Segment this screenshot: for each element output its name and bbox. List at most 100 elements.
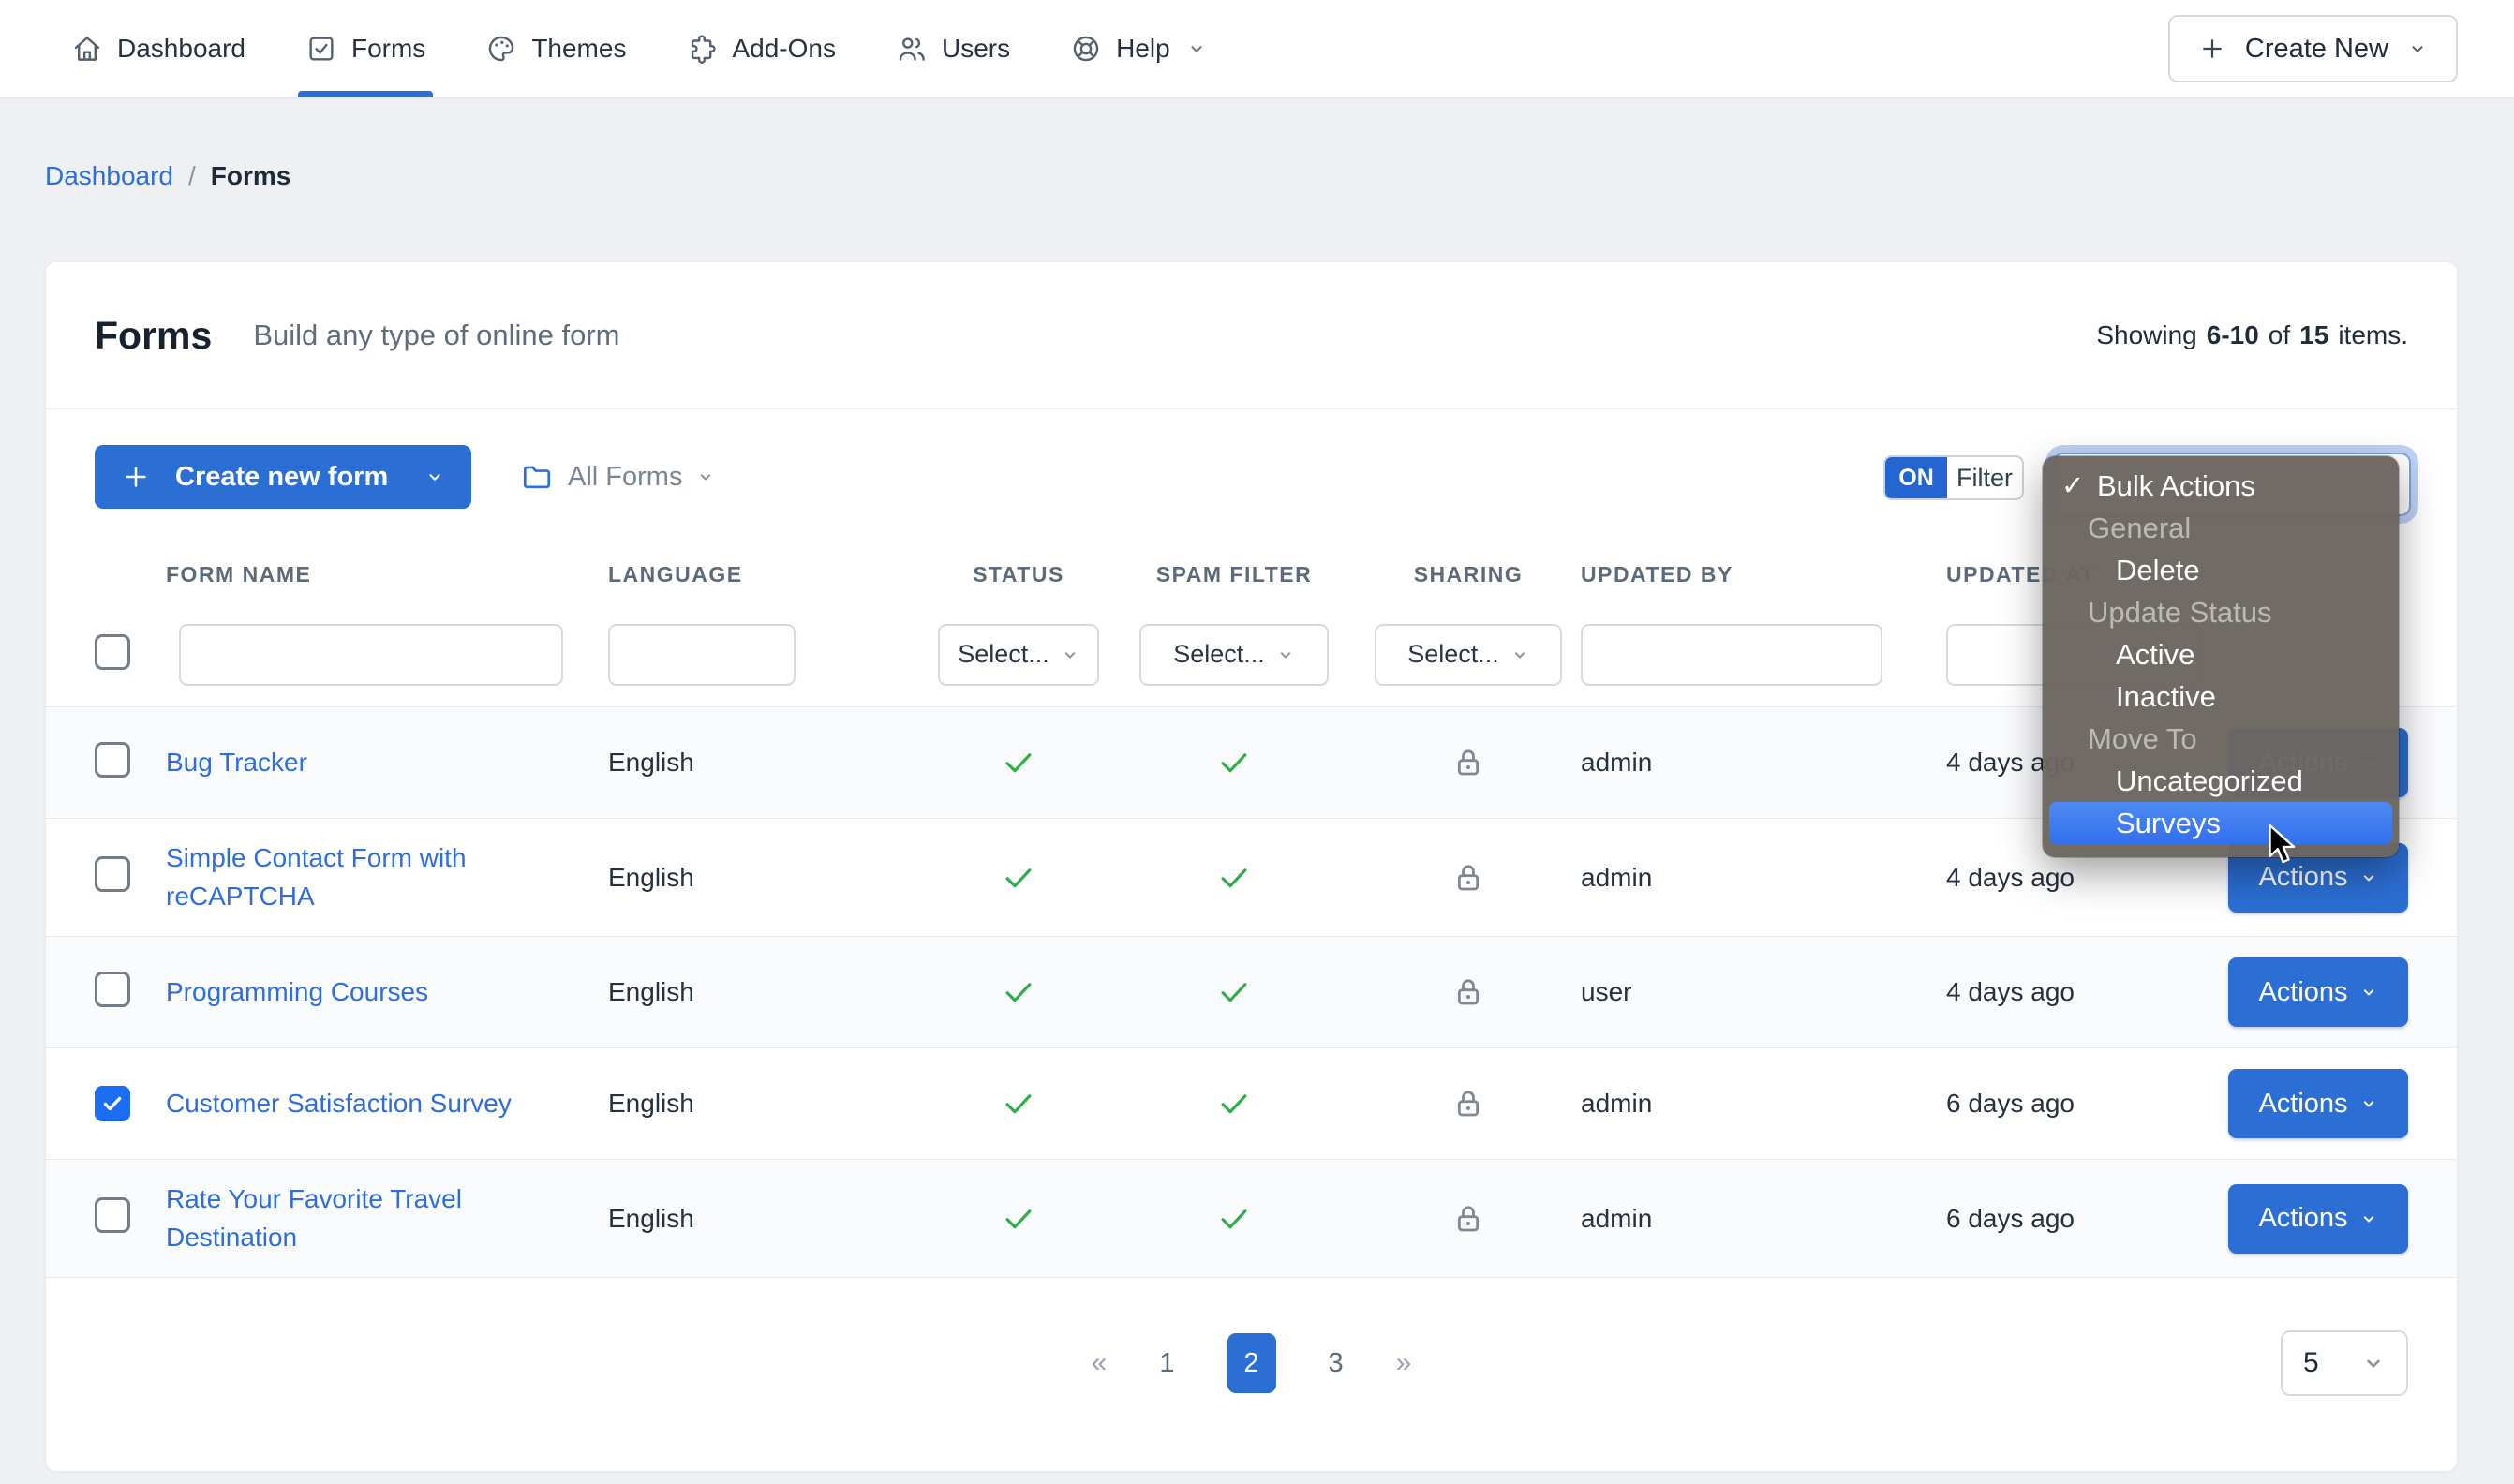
table-footer: « 1 2 3 » 5 — [46, 1278, 2457, 1448]
form-name-link[interactable]: Bug Tracker — [166, 744, 307, 782]
row-checkbox[interactable] — [95, 971, 130, 1007]
select-all-checkbox[interactable] — [95, 634, 130, 670]
pagination-last-button[interactable]: » — [1396, 1347, 1412, 1379]
pagination-page-2-active[interactable]: 2 — [1227, 1333, 1276, 1394]
breadcrumb-dashboard-link[interactable]: Dashboard — [45, 161, 173, 191]
help-icon — [1070, 33, 1102, 65]
puzzle-icon — [686, 33, 718, 65]
status-cell — [925, 1086, 1112, 1121]
plus-icon — [2198, 35, 2226, 63]
language-cell: English — [608, 1089, 694, 1119]
chevron-down-icon — [1061, 646, 1079, 664]
column-language: LANGUAGE — [608, 561, 743, 586]
plus-icon — [121, 462, 151, 492]
forms-filter-label: All Forms — [568, 461, 683, 492]
table-row: Programming Courses English user 4 days … — [46, 937, 2457, 1049]
language-cell: English — [608, 1203, 694, 1233]
updated-by-cell: admin — [1581, 1089, 1653, 1119]
status-cell — [925, 974, 1112, 1010]
row-actions-button[interactable]: Actions — [2228, 1183, 2408, 1254]
nav-item-label: Help — [1116, 34, 1170, 63]
pagination: « 1 2 3 » — [1092, 1333, 1412, 1394]
nav-item-addons[interactable]: Add-Ons — [686, 0, 836, 97]
menu-item-uncategorized[interactable]: Uncategorized — [2043, 760, 2399, 802]
home-icon — [71, 33, 103, 65]
nav-item-label: Add-Ons — [732, 34, 836, 63]
status-cell — [925, 1201, 1112, 1237]
spam-filter-select[interactable]: Select... — [1139, 623, 1329, 686]
form-name-filter-input[interactable] — [179, 623, 563, 686]
top-navigation: Dashboard Forms Themes Add-Ons Users Hel… — [0, 0, 2514, 99]
chevron-down-icon — [2359, 1094, 2378, 1113]
status-check-icon — [1001, 974, 1036, 1010]
row-checkbox[interactable] — [95, 1197, 130, 1234]
nav-item-dashboard[interactable]: Dashboard — [71, 0, 245, 97]
users-icon — [896, 33, 928, 65]
form-name-link[interactable]: Customer Satisfaction Survey — [166, 1085, 512, 1123]
sharing-filter-select[interactable]: Select... — [1375, 623, 1562, 686]
form-name-link[interactable]: Programming Courses — [166, 973, 428, 1012]
row-checkbox[interactable] — [95, 741, 130, 778]
language-cell: English — [608, 977, 694, 1007]
toggle-filter-label: Filter — [1956, 463, 2013, 492]
language-cell: English — [608, 862, 694, 892]
nav-item-label: Users — [941, 34, 1011, 63]
menu-item-bulk-actions[interactable]: ✓ Bulk Actions — [2043, 465, 2399, 507]
per-page-select[interactable]: 5 — [2281, 1330, 2408, 1397]
row-actions-button[interactable]: Actions — [2228, 1069, 2408, 1139]
updated-by-cell: admin — [1581, 748, 1653, 777]
spam-filter-cell — [1112, 1201, 1356, 1237]
menu-item-active[interactable]: Active — [2043, 633, 2399, 675]
updated-at-cell: 6 days ago — [1946, 1089, 2075, 1119]
create-new-button[interactable]: Create New — [2167, 15, 2458, 82]
updated-by-filter-input[interactable] — [1581, 623, 1882, 686]
sharing-cell — [1356, 973, 1581, 1011]
pagination-page-3[interactable]: 3 — [1329, 1348, 1344, 1379]
chevron-down-icon — [2359, 868, 2378, 887]
nav-item-forms[interactable]: Forms — [297, 0, 434, 97]
forms-icon — [305, 33, 337, 65]
pagination-page-1[interactable]: 1 — [1159, 1348, 1174, 1379]
menu-item-inactive[interactable]: Inactive — [2043, 675, 2399, 718]
menu-item-delete[interactable]: Delete — [2043, 549, 2399, 591]
spam-filter-cell — [1112, 745, 1356, 780]
row-checkbox-checked[interactable] — [95, 1085, 130, 1121]
pagination-first-button[interactable]: « — [1092, 1347, 1108, 1379]
table-row: Customer Satisfaction Survey English adm… — [46, 1048, 2457, 1161]
updated-by-cell: user — [1581, 977, 1632, 1007]
filter-toggle[interactable]: ON Filter — [1883, 455, 2024, 500]
create-new-form-button[interactable]: Create new form — [95, 445, 471, 509]
column-spam-filter: SPAM FILTER — [1155, 561, 1313, 586]
updated-at-cell: 4 days ago — [1946, 977, 2075, 1007]
forms-card: Forms Build any type of online form Show… — [45, 261, 2458, 1472]
row-actions-button[interactable]: Actions — [2228, 957, 2408, 1028]
lock-icon — [1450, 859, 1487, 897]
updated-by-cell: admin — [1581, 862, 1653, 892]
menu-group-update-status: Update Status — [2088, 595, 2272, 629]
language-filter-input[interactable] — [608, 623, 796, 686]
breadcrumb: Dashboard / Forms — [45, 161, 290, 191]
sharing-cell — [1356, 744, 1581, 781]
status-filter-select[interactable]: Select... — [938, 623, 1099, 686]
form-name-link[interactable]: Simple Contact Form with reCAPTCHA — [166, 839, 541, 915]
chevron-down-icon — [1186, 38, 1207, 59]
page-title: Forms — [95, 313, 213, 357]
lock-icon — [1450, 973, 1487, 1011]
updated-at-cell: 6 days ago — [1946, 1203, 2075, 1233]
breadcrumb-separator: / — [187, 161, 196, 190]
nav-item-themes[interactable]: Themes — [485, 0, 626, 97]
create-new-label: Create New — [2244, 33, 2388, 64]
forms-folder-filter[interactable]: All Forms — [520, 460, 715, 494]
row-checkbox[interactable] — [95, 856, 130, 893]
nav-item-help[interactable]: Help — [1070, 0, 1207, 97]
table-row: Rate Your Favorite Travel Destination En… — [46, 1160, 2457, 1279]
menu-item-surveys-highlighted[interactable]: Surveys — [2049, 802, 2392, 844]
nav-item-users[interactable]: Users — [896, 0, 1010, 97]
column-form-name: FORM NAME — [166, 561, 312, 586]
status-check-icon — [1001, 860, 1036, 896]
chevron-down-icon — [2359, 983, 2378, 1002]
chevron-down-icon — [1276, 646, 1295, 664]
status-check-icon — [1001, 1201, 1036, 1237]
check-icon: ✓ — [2061, 471, 2085, 501]
form-name-link[interactable]: Rate Your Favorite Travel Destination — [166, 1180, 541, 1256]
